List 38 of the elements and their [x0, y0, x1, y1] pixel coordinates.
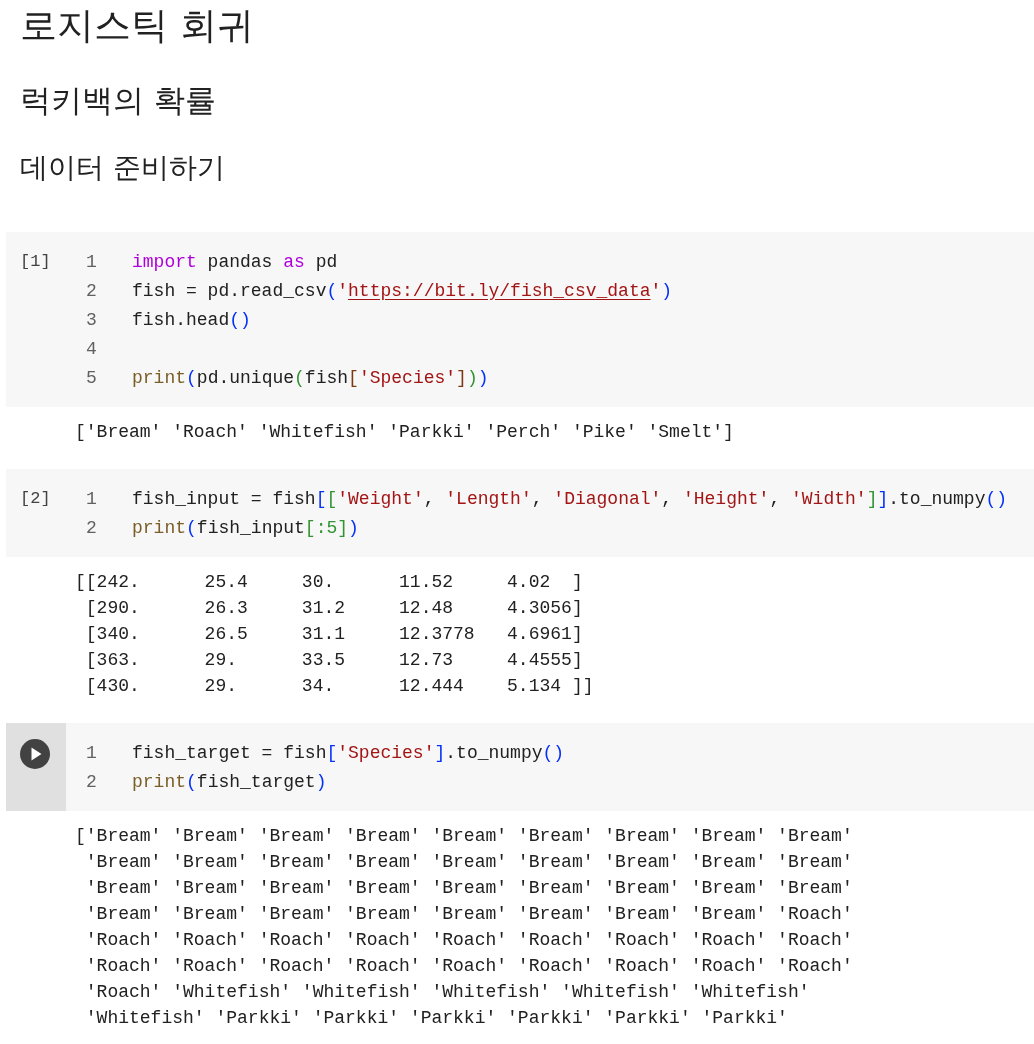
- code-line: print(fish_input[:5]): [132, 517, 359, 538]
- code-link[interactable]: https://bit.ly/fish_csv_data: [348, 280, 651, 301]
- output-line: 'Whitefish' 'Parkki' 'Parkki' 'Parkki' 'Parkki' 'Parkki' 'Parkki': [84, 1007, 788, 1030]
- output-line: 'Bream' 'Bream' 'Bream' 'Bream' 'Bream' 'Bream' 'Bream' 'Bream' 'Roach': [84, 903, 853, 926]
- execution-count: [1]: [20, 252, 51, 271]
- code-line: fish_input = fish[['Weight', 'Length', 'Diagonal', 'Height', 'Width']].to_numpy(): [132, 488, 1008, 509]
- output-line: 'Bream' 'Bream' 'Bream' 'Bream' 'Bream' 'Bream' 'Bream' 'Bream' 'Bream': [84, 851, 853, 874]
- output-line: [363. 29. 33.5 12.73 4.4555]: [84, 649, 583, 672]
- output-line: 'Roach' 'Whitefish' 'Whitefish' 'Whitefish' 'Whitefish' 'Whitefish': [84, 981, 810, 1004]
- code-line: fish_target = fish['Species'].to_numpy(): [132, 742, 565, 763]
- line-number: 2: [85, 280, 98, 301]
- execution-count: [2]: [20, 489, 51, 508]
- output-line: [340. 26.5 31.1 12.3778 4.6961]: [84, 623, 583, 646]
- output-line: ['Bream' 'Bream' 'Bream' 'Bream' 'Bream' 'Bream' 'Bream' 'Bream' 'Bream': [75, 825, 853, 848]
- output-line: 'Bream' 'Bream' 'Bream' 'Bream' 'Bream' 'Bream' 'Bream' 'Bream' 'Bream': [84, 877, 853, 900]
- line-number: 4: [85, 338, 98, 359]
- line-number: 2: [85, 771, 98, 792]
- output-line: [[242. 25.4 30. 11.52 4.02 ]: [75, 571, 583, 594]
- code-line: print(pd.unique(fish['Species'])): [132, 367, 489, 388]
- code-line: import pandas as pd: [132, 251, 338, 272]
- line-number: 2: [85, 517, 98, 538]
- heading: 로지스틱 회귀: [19, 4, 254, 48]
- run-button[interactable]: [20, 739, 50, 769]
- output-line: [430. 29. 34. 12.444 5.134 ]]: [84, 675, 594, 698]
- line-number: 3: [85, 309, 98, 330]
- output-line: 'Roach' 'Roach' 'Roach' 'Roach' 'Roach' 'Roach' 'Roach' 'Roach' 'Roach': [84, 955, 853, 978]
- output-line: [290. 26.3 31.2 12.48 4.3056]: [84, 597, 583, 620]
- code-line: print(fish_target): [132, 771, 327, 792]
- output-line: 'Roach' 'Roach' 'Roach' 'Roach' 'Roach' 'Roach' 'Roach' 'Roach' 'Roach': [84, 929, 853, 952]
- code-line: fish = pd.read_csv('https://bit.ly/fish_csv_data'): [132, 280, 673, 301]
- heading: 데이터 준비하기: [19, 150, 225, 186]
- line-number: 1: [85, 251, 98, 272]
- line-number: 1: [85, 488, 98, 509]
- line-number: 5: [85, 367, 98, 388]
- code-line: fish.head(): [132, 309, 251, 330]
- heading: 럭키백의 확률: [19, 81, 216, 120]
- line-number: 1: [85, 742, 98, 763]
- output-line: ['Bream' 'Roach' 'Whitefish' 'Parkki' 'Perch' 'Pike' 'Smelt']: [75, 421, 734, 444]
